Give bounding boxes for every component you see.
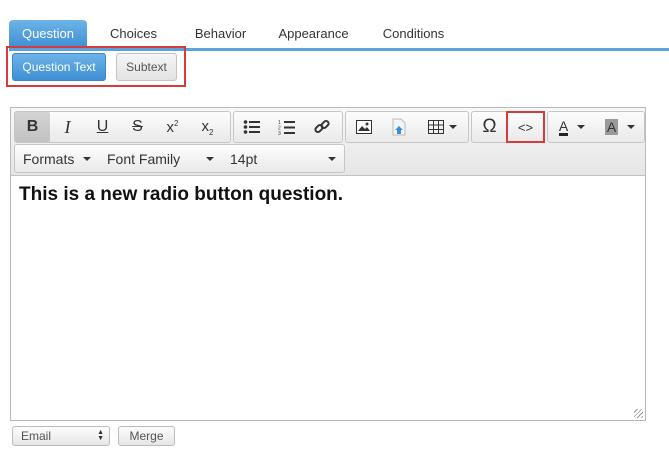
image-icon — [355, 120, 372, 134]
merge-button[interactable]: Merge — [118, 426, 175, 446]
bold-button[interactable]: B — [15, 112, 50, 142]
strikethrough-icon: S — [132, 118, 143, 135]
chevron-down-icon — [328, 156, 336, 161]
bullet-list-button[interactable] — [234, 112, 269, 142]
chevron-down-icon — [627, 125, 636, 129]
merge-field-select[interactable]: Email ▲ ▼ — [12, 426, 110, 446]
strikethrough-button[interactable]: S — [120, 112, 155, 142]
subtab-question-text[interactable]: Question Text — [12, 53, 106, 81]
formats-dropdown[interactable]: Formats — [15, 145, 99, 172]
subtab-subtext[interactable]: Subtext — [116, 53, 177, 81]
superscript-icon: x2 — [167, 119, 179, 136]
background-color-button[interactable]: A — [596, 112, 644, 142]
chevron-down-icon — [206, 156, 214, 161]
underline-button[interactable]: U — [85, 112, 120, 142]
tab-conditions[interactable]: Conditions — [366, 20, 461, 48]
superscript-mark: 2 — [174, 118, 179, 128]
italic-icon: I — [64, 116, 71, 137]
link-button[interactable] — [304, 112, 339, 142]
format-button-group: B I U S x2 x2 — [14, 111, 231, 143]
tab-question[interactable]: Question — [9, 20, 87, 48]
source-code-button[interactable]: <> — [506, 111, 545, 143]
select-arrows-icon: ▲ ▼ — [97, 429, 104, 442]
subscript-button[interactable]: x2 — [190, 112, 225, 142]
formats-label: Formats — [23, 150, 75, 167]
table-button[interactable] — [416, 112, 468, 142]
superscript-button[interactable]: x2 — [155, 112, 190, 142]
numbered-list-icon: 1 2 3 — [278, 120, 295, 136]
table-icon — [427, 120, 444, 134]
underline-icon: U — [96, 118, 109, 135]
resize-handle[interactable] — [634, 409, 643, 418]
editor-content[interactable]: This is a new radio button question. — [19, 184, 343, 206]
image-button[interactable] — [346, 112, 381, 142]
merge-field-value: Email — [21, 429, 52, 443]
tab-choices[interactable]: Choices — [87, 20, 180, 48]
font-size-label: 14pt — [230, 150, 258, 167]
numbered-list-button[interactable]: 1 2 3 — [269, 112, 304, 142]
question-tabs: Question Choices Behavior Appearance Con… — [9, 20, 461, 48]
font-family-dropdown[interactable]: Font Family — [99, 145, 222, 172]
format-dropdown-group: Formats Font Family 14pt — [14, 144, 345, 173]
background-color-icon: A — [604, 119, 619, 135]
font-family-label: Font Family — [107, 150, 181, 167]
rich-text-editor: B I U S x2 x2 1 2 3 Ω <> A A Formats Fon… — [10, 107, 646, 421]
chevron-down-icon — [83, 156, 91, 161]
insert-button-group — [345, 111, 469, 143]
media-button[interactable] — [381, 112, 416, 142]
bold-icon: B — [26, 118, 39, 135]
superscript-base: x — [166, 118, 175, 136]
italic-button[interactable]: I — [50, 112, 85, 142]
text-color-button[interactable]: A — [548, 112, 596, 142]
editor-toolbar: B I U S x2 x2 1 2 3 Ω <> A A Formats Fon… — [11, 108, 645, 176]
document-upload-icon — [392, 118, 405, 136]
subscript-base: x — [201, 117, 210, 135]
chevron-down-icon — [448, 125, 457, 129]
color-button-group: A A — [547, 111, 645, 143]
text-color-icon: A — [558, 117, 569, 136]
code-icon: <> — [517, 119, 534, 135]
chevron-down-icon — [577, 125, 586, 129]
link-icon — [313, 119, 330, 134]
list-button-group: 1 2 3 — [233, 111, 343, 143]
tab-behavior[interactable]: Behavior — [180, 20, 261, 48]
font-size-dropdown[interactable]: 14pt — [222, 145, 344, 172]
subscript-mark: 2 — [209, 127, 214, 137]
svg-text:3: 3 — [278, 131, 281, 136]
tab-appearance[interactable]: Appearance — [261, 20, 366, 48]
special-character-button[interactable]: Ω — [472, 112, 507, 142]
subscript-icon: x2 — [202, 118, 214, 137]
omega-icon: Ω — [482, 116, 497, 137]
bullet-list-icon — [243, 120, 260, 134]
special-button-group: Ω <> — [471, 111, 545, 143]
